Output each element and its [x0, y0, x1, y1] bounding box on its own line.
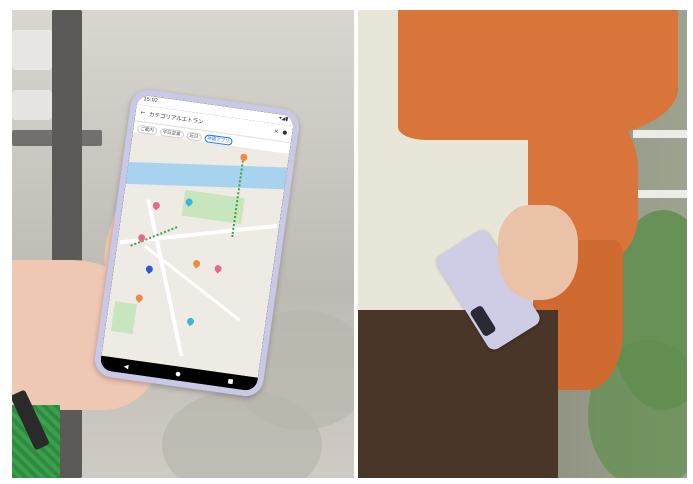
map-pin-icon[interactable] — [134, 293, 145, 303]
close-icon[interactable]: × — [273, 129, 278, 136]
road — [144, 245, 241, 322]
home-icon[interactable]: ● — [175, 370, 181, 378]
map-pin-icon[interactable] — [151, 200, 162, 211]
background-railing — [633, 130, 687, 138]
background-window — [12, 30, 52, 70]
hand — [498, 205, 578, 300]
left-photo-phone-in-hand: 15:02 ▾◢▮ ← カテゴリアルエトラン × ● ご案内 平日営業 近日 地… — [12, 10, 354, 478]
map-view[interactable] — [101, 131, 290, 378]
mic-icon[interactable]: ● — [282, 130, 288, 137]
background-window — [12, 90, 52, 120]
background-railing — [633, 190, 687, 198]
road — [146, 199, 184, 357]
recents-icon[interactable]: ■ — [227, 377, 234, 385]
back-arrow-icon[interactable]: ← — [140, 110, 145, 117]
background-post — [12, 130, 102, 146]
back-icon[interactable]: ◀ — [123, 363, 129, 371]
signal-icon: ▾◢▮ — [278, 115, 289, 123]
map-pin-icon[interactable] — [191, 258, 202, 269]
map-pin-icon[interactable] — [185, 316, 196, 327]
map-pin-icon[interactable] — [238, 152, 249, 163]
river — [125, 161, 288, 190]
phone-screen: 15:02 ▾◢▮ ← カテゴリアルエトラン × ● ご案内 平日営業 近日 地… — [99, 94, 295, 392]
map-pin-icon[interactable] — [213, 263, 224, 274]
brown-trousers — [358, 310, 558, 478]
map-pin-icon[interactable] — [144, 264, 155, 275]
park-area — [110, 301, 137, 334]
right-photo-phone-in-pocket — [358, 10, 687, 478]
